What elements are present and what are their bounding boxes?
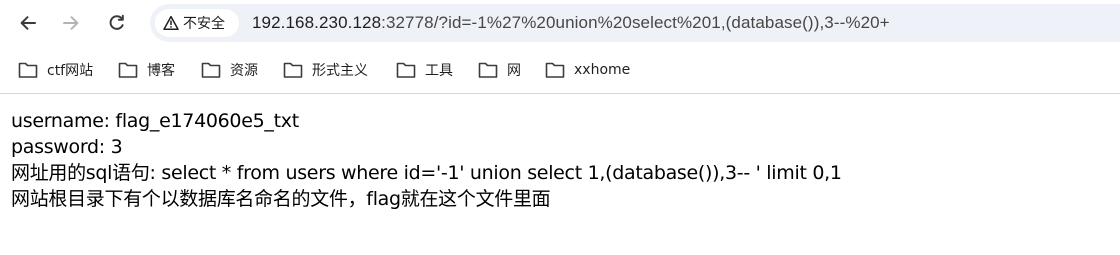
folder-icon xyxy=(283,62,303,78)
arrow-left-icon xyxy=(20,16,36,30)
security-label: 不安全 xyxy=(183,16,225,32)
toolbar-divider xyxy=(0,93,1120,94)
bookmark-label: 资源 xyxy=(230,63,258,79)
bookmark-label: 工具 xyxy=(425,63,453,79)
address-bar[interactable]: 不安全 192.168.230.128:32778/?id=-1%27%20un… xyxy=(150,4,1120,42)
folder-icon xyxy=(396,62,416,78)
sql-statement-line: 网址用的sql语句: select * from users where id=… xyxy=(11,162,842,184)
username-line: username: flag_e174060e5_txt xyxy=(11,110,299,132)
url-text[interactable]: 192.168.230.128:32778/?id=-1%27%20union%… xyxy=(252,13,890,33)
forward-button[interactable] xyxy=(55,7,87,39)
password-line: password: 3 xyxy=(11,136,123,158)
bookmark-label: xxhome xyxy=(574,62,631,78)
folder-icon xyxy=(545,62,565,78)
folder-icon xyxy=(478,62,498,78)
bookmark-folder-resources[interactable]: 资源 xyxy=(201,60,258,80)
bookmark-label: 博客 xyxy=(147,63,175,79)
bookmarks-bar: ctf网站 博客 资源 形式主义 工具 网 xxhome xyxy=(0,52,1120,88)
bookmark-folder-formalism[interactable]: 形式主义 xyxy=(283,60,368,80)
browser-toolbar: 不安全 192.168.230.128:32778/?id=-1%27%20un… xyxy=(0,0,1120,46)
warning-triangle-icon xyxy=(163,15,179,30)
bookmark-folder-xxhome[interactable]: xxhome xyxy=(545,60,630,80)
reload-button[interactable] xyxy=(101,7,133,39)
bookmark-label: 网 xyxy=(507,63,521,79)
page-content: username: flag_e174060e5_txt password: 3… xyxy=(11,108,842,212)
security-chip[interactable]: 不安全 xyxy=(155,9,239,37)
reload-icon xyxy=(109,14,124,30)
back-button[interactable] xyxy=(12,7,44,39)
url-path: :32778/?id=-1%27%20union%20select%201,(d… xyxy=(381,13,890,32)
bookmark-folder-tools[interactable]: 工具 xyxy=(396,60,453,80)
hint-line: 网站根目录下有个以数据库名命名的文件，flag就在这个文件里面 xyxy=(11,188,551,210)
arrow-right-icon xyxy=(63,16,79,30)
bookmark-folder-ctf[interactable]: ctf网站 xyxy=(18,60,93,80)
bookmark-folder-net[interactable]: 网 xyxy=(478,60,521,80)
url-host: 192.168.230.128 xyxy=(252,13,382,32)
folder-icon xyxy=(201,62,221,78)
bookmark-label: ctf网站 xyxy=(47,63,94,79)
bookmark-label: 形式主义 xyxy=(312,63,368,79)
folder-icon xyxy=(118,62,138,78)
folder-icon xyxy=(18,62,38,78)
bookmark-folder-blog[interactable]: 博客 xyxy=(118,60,175,80)
